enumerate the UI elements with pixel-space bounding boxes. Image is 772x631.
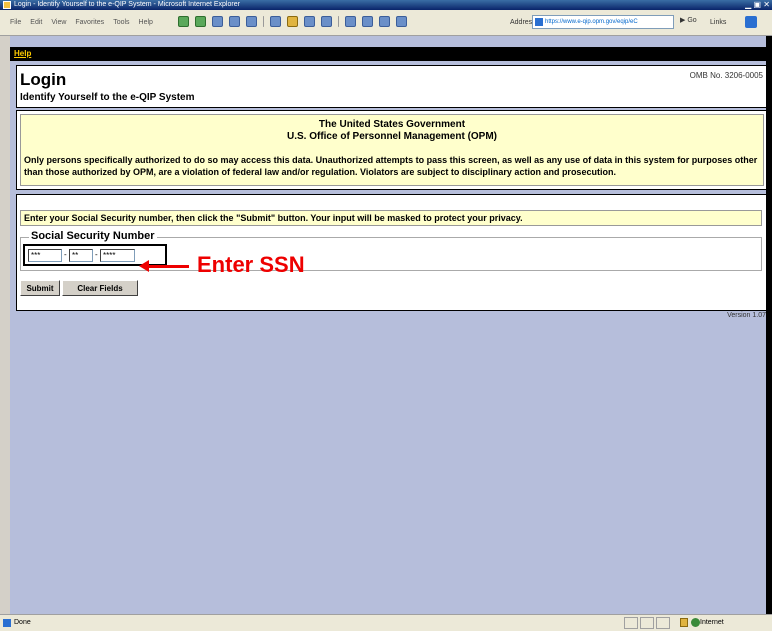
window-edge	[766, 36, 772, 614]
page-content: Help Login Identify Yourself to the e-QI…	[10, 36, 772, 614]
history-icon[interactable]	[321, 16, 332, 27]
toolbar-separator	[338, 16, 339, 27]
window-title-bar: Login - Identify Yourself to the e-QIP S…	[0, 0, 772, 10]
mail-icon[interactable]	[345, 16, 356, 27]
search-icon[interactable]	[270, 16, 281, 27]
notice-heading-government: The United States Government	[318, 119, 466, 130]
help-bar: Help	[10, 47, 768, 61]
ssn-field-group[interactable]	[69, 249, 93, 262]
toolbar-separator	[263, 16, 264, 27]
status-panel	[640, 617, 654, 629]
favorites-icon[interactable]	[287, 16, 298, 27]
address-bar[interactable]: https://www.e-qip.opm.gov/eqip/eC	[532, 15, 674, 29]
page-title: Login	[20, 70, 67, 89]
links-button[interactable]: Links	[710, 19, 726, 26]
ssn-dash: -	[95, 250, 98, 259]
security-zone: Internet	[700, 619, 724, 626]
omb-number: OMB No. 3206-0005	[689, 71, 763, 80]
page-icon	[535, 18, 543, 26]
discuss-icon[interactable]	[396, 16, 407, 27]
menu-favorites[interactable]: Favorites	[75, 19, 104, 26]
help-link[interactable]: Help	[14, 49, 31, 58]
window-title: Login - Identify Yourself to the e-QIP S…	[14, 1, 240, 8]
status-panels	[624, 617, 670, 629]
go-button[interactable]: ▶ Go	[680, 16, 697, 24]
menu-bar: File Edit View Favorites Tools Help	[10, 19, 153, 26]
toolbar-buttons	[178, 16, 407, 27]
internet-zone-icon	[691, 618, 700, 627]
stop-icon[interactable]	[212, 16, 223, 27]
status-text: Done	[14, 619, 31, 626]
version-label: Version 1.07	[727, 312, 766, 319]
forward-icon[interactable]	[195, 16, 206, 27]
ssn-field-area[interactable]	[28, 249, 62, 262]
address-url: https://www.e-qip.opm.gov/eqip/eC	[545, 19, 638, 25]
clear-fields-button[interactable]: Clear Fields	[62, 280, 138, 296]
notice-panel: The United States Government U.S. Office…	[16, 110, 768, 190]
browser-toolbar: File Edit View Favorites Tools Help Addr…	[0, 10, 772, 36]
menu-file[interactable]: File	[10, 19, 21, 26]
media-icon[interactable]	[304, 16, 315, 27]
ssn-form-panel: Enter your Social Security number, then …	[16, 194, 768, 311]
notice-box: The United States Government U.S. Office…	[20, 114, 764, 186]
form-instructions: Enter your Social Security number, then …	[20, 210, 762, 226]
lock-icon[interactable]	[680, 618, 688, 627]
menu-tools[interactable]: Tools	[113, 19, 129, 26]
ssn-field-serial[interactable]	[100, 249, 135, 262]
menu-edit[interactable]: Edit	[30, 19, 42, 26]
notice-heading-opm: U.S. Office of Personnel Management (OPM…	[286, 131, 498, 142]
ssn-dash: -	[64, 250, 67, 259]
ssn-legend: Social Security Number	[29, 230, 157, 242]
status-panel	[624, 617, 638, 629]
annotation-arrow-line	[145, 265, 189, 268]
ssn-fieldset: Social Security Number - -	[20, 230, 762, 271]
menu-view[interactable]: View	[51, 19, 66, 26]
submit-button[interactable]: Submit	[20, 280, 60, 296]
menu-help[interactable]: Help	[139, 19, 153, 26]
status-panel	[656, 617, 670, 629]
toolbar-extra-icon[interactable]	[745, 16, 757, 28]
go-label: Go	[687, 17, 697, 24]
status-bar: Done Internet	[0, 614, 772, 631]
page-done-icon	[3, 619, 11, 627]
annotation-text: Enter SSN	[197, 252, 305, 277]
print-icon[interactable]	[362, 16, 373, 27]
refresh-icon[interactable]	[229, 16, 240, 27]
window-controls[interactable]: ▁ ▣ ✕	[745, 0, 770, 10]
notice-warning-text: Only persons specifically authorized to …	[24, 155, 758, 177]
home-icon[interactable]	[246, 16, 257, 27]
back-icon[interactable]	[178, 16, 189, 27]
page-subtitle: Identify Yourself to the e-QIP System	[20, 92, 195, 103]
edit-icon[interactable]	[379, 16, 390, 27]
login-header-panel: Login Identify Yourself to the e-QIP Sys…	[16, 65, 768, 108]
ie-icon	[3, 1, 11, 9]
